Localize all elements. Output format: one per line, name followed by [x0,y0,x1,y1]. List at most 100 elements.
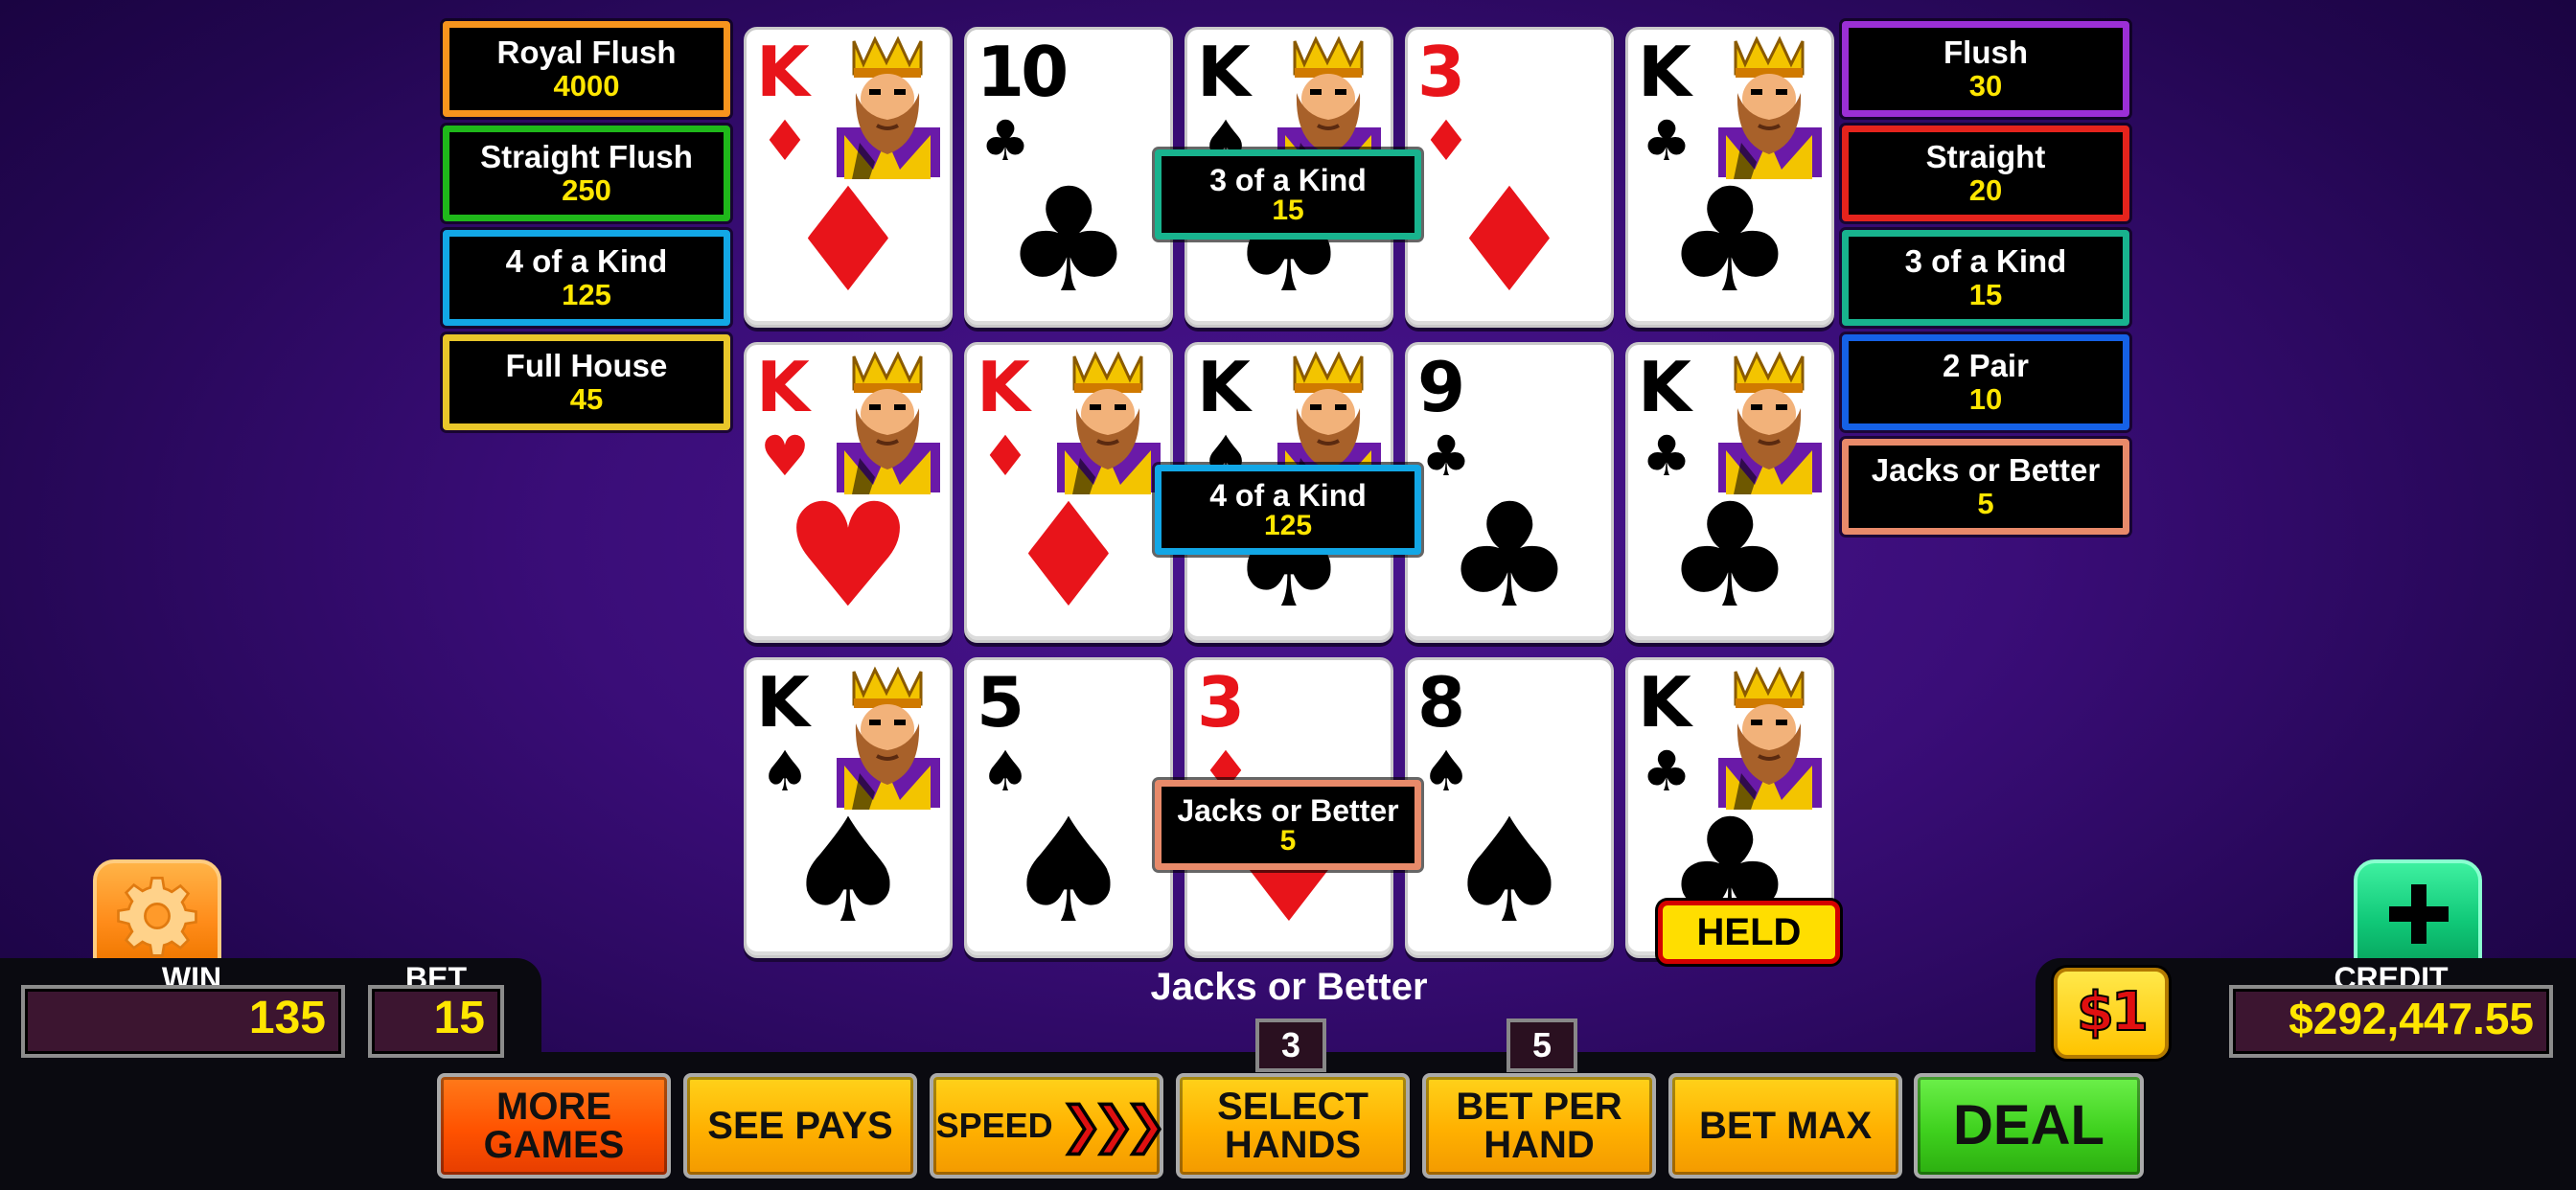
king-portrait-icon [837,35,940,179]
card-rank: K [1638,32,1691,112]
card-rank: 9 [1417,347,1465,427]
hand-result-label: 3 of a Kind 15 [1155,149,1421,240]
playing-card[interactable]: 3 ♦ ♦ [1405,27,1614,328]
card-rank: K [756,32,810,112]
playing-card[interactable]: K ♣ ♣ [1625,27,1834,328]
playing-card[interactable]: K ♦ ♦ [964,342,1173,643]
card-rank: K [756,662,810,743]
card-suit-icon: ♣ [1444,473,1575,640]
paytable-entry: 4 of a Kind 125 [443,230,730,326]
paytable-hand-name: 2 Pair [1943,348,2029,383]
paytable-payout: 250 [562,173,611,207]
king-portrait [1713,666,1826,810]
game-table: Royal Flush 4000 Straight Flush 250 4 of a K… [0,0,2576,1190]
see-pays-button[interactable]: SEE PAYS [683,1073,917,1179]
held-indicator: HELD [1658,901,1840,964]
playing-card[interactable]: K ♣ ♣ [1625,342,1834,643]
denomination-value: $1 [2076,980,2150,1044]
card-rank: K [1638,662,1691,743]
gear-icon [117,877,197,957]
paytable-hand-name: Flush [1944,34,2028,70]
paytable-hand-name: Royal Flush [496,34,677,70]
paytable-entry: Full House 45 [443,334,730,430]
playing-card[interactable]: 5 ♠ ♠ [964,657,1173,958]
bet-meter: 15 [368,985,504,1058]
card-suit-icon: ♦ [783,158,913,325]
playing-card[interactable]: K ♦ ♦ [744,27,953,328]
plus-icon [2389,884,2449,944]
paytable-entry: Straight Flush 250 [443,126,730,221]
card-suit-icon: ♥ [783,473,913,640]
bet-max-button[interactable]: BET MAX [1668,1073,1902,1179]
hand-result-payout: 15 [1272,195,1304,226]
paytable-entry: 2 Pair 10 [1842,334,2129,430]
hand-result-payout: 125 [1263,510,1313,541]
win-meter: 135 [21,985,345,1058]
paytable-hand-name: Straight Flush [480,139,693,174]
credit-meter: $292,447.55 [2229,985,2553,1058]
card-suit-icon: ♣ [1665,158,1795,325]
paytable-payout: 4000 [553,69,620,103]
paytable-payout: 15 [1968,278,2003,311]
card-rank: K [1197,32,1251,112]
paytable-hand-name: Straight [1925,139,2046,174]
speed-button[interactable]: SPEED ❯❯❯ [930,1073,1168,1179]
paytable-payout: 5 [1977,487,1994,520]
king-portrait-icon [837,351,940,494]
king-portrait-icon [1718,351,1822,494]
hand-result-name: 3 of a Kind [1209,163,1367,197]
card-suit-icon: ♠ [1003,789,1134,955]
king-portrait [831,666,944,810]
game-name: Jacks or Better [1150,966,1428,1008]
paytable-hand-name: 4 of a Kind [505,243,668,279]
card-rank: 3 [1417,32,1465,112]
king-portrait [1713,35,1826,179]
king-portrait [831,35,944,179]
king-portrait-icon [837,666,940,810]
king-portrait [831,351,944,494]
king-portrait [1051,351,1164,494]
paytable-entry: Jacks or Better 5 [1842,439,2129,535]
playing-card[interactable]: 10 ♣ ♣ [964,27,1173,328]
paytable-payout: 30 [1968,69,2003,103]
paytable-hand-name: Full House [505,348,668,383]
hands-counter: 3 [1255,1018,1326,1072]
paytable-payout: 45 [569,382,604,416]
more-games-button[interactable]: MORE GAMES [437,1073,671,1179]
king-portrait-icon [1057,351,1161,494]
playing-card[interactable]: 9 ♣ ♣ [1405,342,1614,643]
playing-card[interactable]: K ♥ ♥ [744,342,953,643]
speed-label: SPEED [935,1106,1053,1145]
paytable-hand-name: Jacks or Better [1871,452,2101,488]
card-rank: K [977,347,1030,427]
card-rank: K [756,347,810,427]
card-suit-icon: ♣ [1665,473,1795,640]
hand-result-payout: 5 [1279,825,1297,857]
card-suit-icon: ♦ [1003,473,1134,640]
hand-result-label: Jacks or Better 5 [1155,780,1421,870]
speed-arrows-icon: ❯❯❯ [1060,1098,1168,1154]
card-rank: 5 [977,662,1024,743]
king-portrait-icon [1718,666,1822,810]
playing-card[interactable]: 8 ♠ ♠ [1405,657,1614,958]
card-rank: K [1638,347,1691,427]
paytable-hand-name: 3 of a Kind [1904,243,2067,279]
card-suit-icon: ♠ [783,789,913,955]
playing-card[interactable]: K ♠ ♠ [744,657,953,958]
paytable-entry: Straight 20 [1842,126,2129,221]
card-rank: 8 [1417,662,1465,743]
card-suit-icon: ♠ [1444,789,1575,955]
paytable-entry: Royal Flush 4000 [443,21,730,117]
hand-result-name: Jacks or Better [1177,793,1399,828]
bet-per-hand-button[interactable]: BET PER HAND [1422,1073,1656,1179]
add-credits-button[interactable] [2354,859,2482,965]
select-hands-button[interactable]: SELECT HANDS [1176,1073,1410,1179]
settings-button[interactable] [93,859,221,965]
paytable-payout: 10 [1968,382,2003,416]
paytable-payout: 125 [562,278,611,311]
deal-button[interactable]: DEAL [1914,1073,2144,1179]
denomination-button[interactable]: $1 [2054,968,2169,1059]
king-portrait [1713,351,1826,494]
card-rank: 3 [1197,662,1245,743]
paytable-entry: Flush 30 [1842,21,2129,117]
